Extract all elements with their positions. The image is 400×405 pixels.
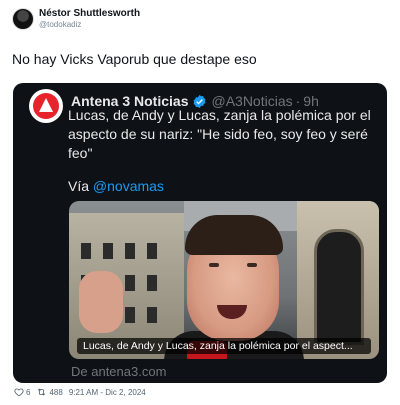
author-handle[interactable]: @todokadiz — [39, 19, 140, 30]
quoted-tweet-card[interactable]: Antena 3 Noticias @A3Noticias · 9h Lucas… — [13, 83, 387, 383]
avatar[interactable] — [12, 8, 34, 30]
media-caption: Lucas, de Andy y Lucas, zanja la polémic… — [77, 338, 371, 354]
via-prefix: Vía — [68, 178, 93, 194]
via-mention-link[interactable]: @novamas — [93, 178, 164, 194]
antena3-logo[interactable] — [29, 89, 63, 123]
heart-icon — [14, 388, 24, 397]
retweet-button[interactable]: 488 — [36, 387, 63, 397]
author-name[interactable]: Néstor Shuttlesworth — [39, 8, 140, 19]
like-button[interactable]: 6 — [14, 387, 30, 397]
via-row: Vía @novamas — [68, 178, 164, 194]
source-link[interactable]: De antena3.com — [71, 364, 166, 379]
retweet-count: 488 — [49, 387, 63, 397]
tweet-text: No hay Vicks Vaporub que destape eso — [12, 51, 257, 67]
tweet-footer: 6 488 9:21 AM - Dic 2, 2024 — [14, 387, 146, 397]
quoted-tweet-body: Lucas, de Andy y Lucas, zanja la polémic… — [68, 107, 371, 161]
tweet-timestamp[interactable]: 9:21 AM - Dic 2, 2024 — [69, 388, 146, 397]
media-preview-image[interactable]: Lucas, de Andy y Lucas, zanja la polémic… — [69, 201, 379, 359]
retweet-icon — [38, 388, 46, 396]
like-count: 6 — [26, 387, 31, 397]
outer-tweet-header: Néstor Shuttlesworth @todokadiz — [12, 8, 140, 30]
